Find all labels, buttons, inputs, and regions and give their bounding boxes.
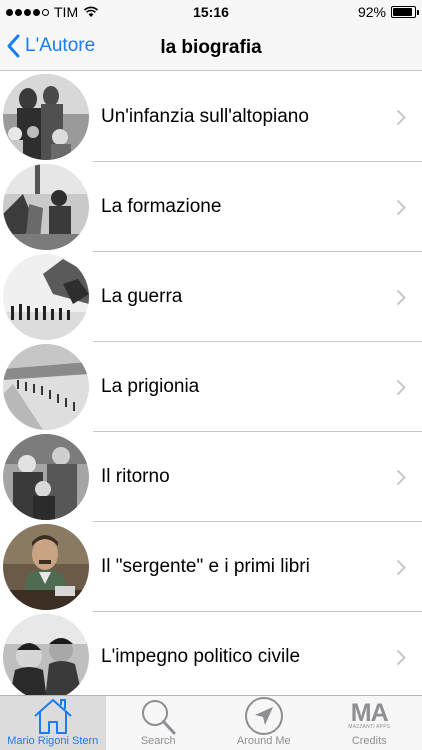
chevron-right-icon — [396, 469, 406, 485]
battery-percent: 92% — [357, 4, 386, 20]
credits-logo-subtext: MAZZANTI APPS — [348, 724, 391, 730]
politics-photo-thumbnail — [3, 614, 89, 695]
list-item[interactable]: La guerra — [0, 252, 422, 342]
list-item[interactable]: Un'infanzia sull'altopiano — [0, 72, 422, 162]
home-icon — [34, 699, 72, 734]
tab-label: Search — [140, 735, 176, 747]
battery-icon — [391, 6, 419, 18]
chevron-right-icon — [396, 559, 406, 575]
chevron-right-icon — [396, 379, 406, 395]
war-photo-thumbnail — [3, 254, 89, 340]
soldier-photo-thumbnail — [3, 164, 89, 250]
location-arrow-icon — [244, 697, 283, 735]
navigation-bar: L'Autore la biografia — [0, 26, 422, 71]
list-item-label: La formazione — [101, 196, 222, 217]
tab-label: Credits — [351, 735, 387, 747]
list-item[interactable]: L'impegno politico civile — [0, 612, 422, 695]
tab-bar: Mario Rigoni Stern Search Around Me MA M… — [0, 695, 422, 750]
family-photo-thumbnail — [3, 74, 89, 160]
biography-list: Un'infanzia sull'altopiano La formazione — [0, 72, 422, 695]
tab-around-me[interactable]: Around Me — [211, 696, 317, 750]
list-item-label: Il ritorno — [101, 466, 170, 487]
chevron-right-icon — [396, 109, 406, 125]
search-icon — [142, 700, 176, 735]
list-item[interactable]: La formazione — [0, 162, 422, 252]
tab-label: Around Me — [236, 735, 291, 747]
tab-search[interactable]: Search — [106, 696, 212, 750]
credits-logo-text: MA — [350, 699, 389, 727]
chevron-right-icon — [396, 649, 406, 665]
list-item-label: Un'infanzia sull'altopiano — [101, 106, 309, 127]
ma-logo-icon: MA MAZZANTI APPS — [344, 696, 394, 736]
return-photo-thumbnail — [3, 434, 89, 520]
chevron-right-icon — [396, 199, 406, 215]
list-item-label: L'impegno politico civile — [101, 646, 301, 667]
tab-credits[interactable]: MA MAZZANTI APPS Credits — [317, 696, 422, 750]
tab-mario-rigoni-stern[interactable]: Mario Rigoni Stern — [0, 696, 106, 750]
prison-photo-thumbnail — [3, 344, 89, 430]
list-item-label: Il "sergente" e i primi libri — [101, 556, 310, 577]
writer-photo-thumbnail — [3, 524, 89, 610]
status-bar: TIM 15:16 92% — [0, 0, 422, 26]
list-item-label: La prigionia — [101, 376, 200, 397]
list-item-label: La guerra — [101, 286, 183, 307]
list-item[interactable]: La prigionia — [0, 342, 422, 432]
chevron-right-icon — [396, 289, 406, 305]
tab-label: Mario Rigoni Stern — [7, 735, 99, 747]
list-item[interactable]: Il "sergente" e i primi libri — [0, 522, 422, 612]
list-item[interactable]: Il ritorno — [0, 432, 422, 522]
page-title: la biografia — [160, 37, 262, 58]
status-right: 92% — [357, 4, 419, 20]
